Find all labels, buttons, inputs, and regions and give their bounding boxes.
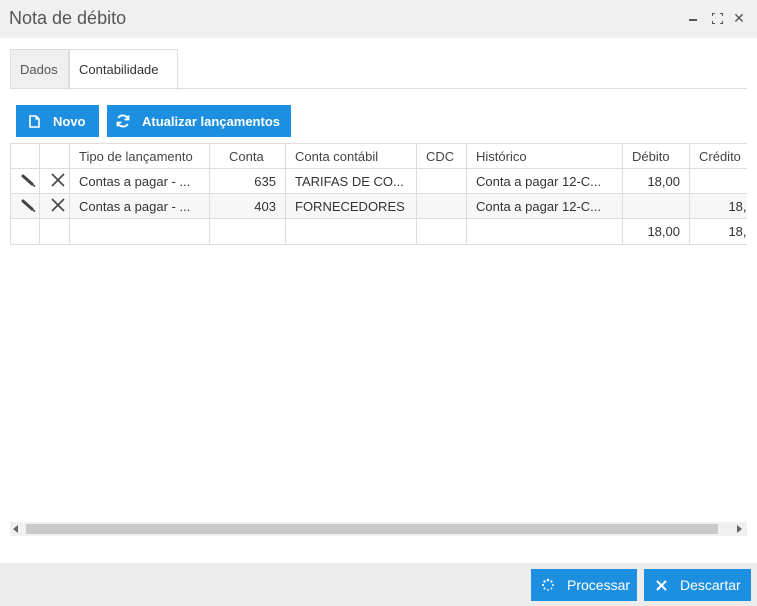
header-credito[interactable]: Crédito bbox=[689, 143, 747, 169]
header-cdc[interactable]: CDC bbox=[416, 143, 467, 169]
atualizar-label: Atualizar lançamentos bbox=[142, 113, 280, 129]
cell-tipo: Contas a pagar - ... bbox=[69, 168, 210, 194]
delete-cell bbox=[39, 168, 70, 194]
novo-button[interactable]: Novo bbox=[16, 105, 99, 137]
novo-label: Novo bbox=[53, 113, 86, 129]
total-empty bbox=[416, 218, 467, 245]
descartar-label: Descartar bbox=[680, 577, 741, 593]
header-debito[interactable]: Débito bbox=[622, 143, 690, 169]
total-empty bbox=[466, 218, 623, 245]
header-conta[interactable]: Conta bbox=[209, 143, 286, 169]
scrollbar-thumb[interactable] bbox=[26, 524, 718, 534]
x-icon[interactable] bbox=[49, 171, 67, 189]
horizontal-scrollbar[interactable] bbox=[10, 522, 747, 536]
edit-cell bbox=[10, 193, 40, 219]
descartar-button[interactable]: Descartar bbox=[644, 569, 751, 601]
processar-label: Processar bbox=[567, 577, 631, 593]
header-conta-contabil[interactable]: Conta contábil bbox=[285, 143, 417, 169]
maximize-icon[interactable] bbox=[710, 11, 724, 25]
pencil-icon[interactable] bbox=[20, 197, 38, 215]
edit-cell bbox=[10, 168, 40, 194]
table-row[interactable]: Contas a pagar - ... 403 FORNECEDORES Co… bbox=[10, 193, 747, 219]
header-historico[interactable]: Histórico bbox=[466, 143, 623, 169]
total-empty bbox=[69, 218, 210, 245]
header-edit bbox=[10, 143, 40, 169]
refresh-icon bbox=[116, 113, 130, 129]
atualizar-lancamentos-button[interactable]: Atualizar lançamentos bbox=[107, 105, 291, 137]
totals-row: 18,00 18,00 bbox=[10, 218, 747, 245]
header-tipo[interactable]: Tipo de lançamento bbox=[69, 143, 210, 169]
spinner-icon bbox=[541, 577, 555, 593]
total-empty bbox=[209, 218, 286, 245]
cell-conta: 635 bbox=[209, 168, 286, 194]
tab-divider bbox=[10, 88, 747, 89]
cell-cdc bbox=[416, 193, 467, 219]
cell-conta: 403 bbox=[209, 193, 286, 219]
total-empty bbox=[39, 218, 70, 245]
grid-header-row: Tipo de lançamento Conta Conta contábil … bbox=[10, 143, 747, 169]
cell-debito bbox=[622, 193, 690, 219]
total-empty bbox=[285, 218, 417, 245]
cell-credito: 18,00 bbox=[689, 193, 747, 219]
cell-conta-contabil: TARIFAS DE CO... bbox=[285, 168, 417, 194]
scroll-right-icon[interactable] bbox=[737, 525, 742, 533]
title-bar: Nota de débito ✕ bbox=[0, 0, 757, 38]
cell-historico: Conta a pagar 12-C... bbox=[466, 193, 623, 219]
minimize-icon[interactable] bbox=[686, 11, 700, 25]
cell-debito: 18,00 bbox=[622, 168, 690, 194]
close-icon bbox=[654, 577, 668, 593]
file-icon bbox=[27, 113, 41, 129]
cell-conta-contabil: FORNECEDORES bbox=[285, 193, 417, 219]
processar-button[interactable]: Processar bbox=[531, 569, 637, 601]
total-credito: 18,00 bbox=[689, 218, 747, 245]
tab-bar: Dados Contabilidade bbox=[10, 49, 747, 90]
cell-cdc bbox=[416, 168, 467, 194]
cell-tipo: Contas a pagar - ... bbox=[69, 193, 210, 219]
header-delete bbox=[39, 143, 70, 169]
close-icon[interactable]: ✕ bbox=[732, 11, 746, 25]
pencil-icon[interactable] bbox=[20, 172, 38, 190]
delete-cell bbox=[39, 193, 70, 219]
total-debito: 18,00 bbox=[622, 218, 690, 245]
window-title: Nota de débito bbox=[9, 8, 127, 28]
table-row[interactable]: Contas a pagar - ... 635 TARIFAS DE CO..… bbox=[10, 168, 747, 194]
tab-contabilidade[interactable]: Contabilidade bbox=[69, 49, 178, 90]
x-icon[interactable] bbox=[49, 196, 67, 214]
cell-historico: Conta a pagar 12-C... bbox=[466, 168, 623, 194]
scroll-left-icon[interactable] bbox=[13, 525, 18, 533]
total-empty bbox=[10, 218, 40, 245]
cell-credito bbox=[689, 168, 747, 194]
tab-dados[interactable]: Dados bbox=[10, 49, 69, 89]
lancamentos-grid: Tipo de lançamento Conta Conta contábil … bbox=[10, 143, 747, 245]
